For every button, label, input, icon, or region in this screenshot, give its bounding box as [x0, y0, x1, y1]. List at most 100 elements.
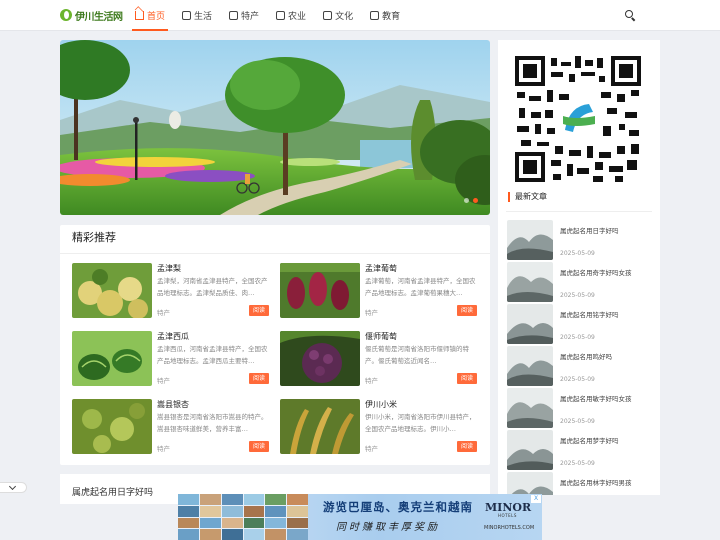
card-title[interactable]: 偃师葡萄 [365, 331, 397, 342]
top-nav: 伊川生活网 首页 生活 特产 农业 文化 教育 [0, 0, 720, 31]
millet-photo[interactable] [280, 399, 360, 454]
nav-item-agriculture[interactable]: 农业 [272, 0, 310, 31]
article-date: 2025-05-09 [560, 376, 595, 383]
card-category[interactable]: 特产 [157, 443, 170, 453]
article-thumb[interactable] [507, 430, 553, 470]
nav-label: 农业 [288, 12, 307, 22]
divider [506, 211, 652, 212]
featured-card[interactable]: 伊川小米 伊川小米，河南省洛阳市伊川县特产，全国农产品地理标志。伊川小… 特产 … [280, 399, 480, 454]
grape-photo-2[interactable] [280, 331, 360, 386]
sidebar: 最新文章 属虎起名用日字好吗 2025-05-09 属虎起名用奇字好吗女孩 20… [498, 40, 660, 495]
article-title[interactable]: 属虎起名用林字好吗男孩 [560, 477, 632, 487]
nav-label: 教育 [382, 12, 401, 22]
article-item[interactable]: 属虎起名用奇字好吗女孩 2025-05-09 [507, 262, 657, 302]
ad-close-button[interactable]: X [531, 495, 541, 503]
card-title[interactable]: 伊川小米 [365, 399, 397, 410]
article-item[interactable]: 属虎起名用梦字好吗 2025-05-09 [507, 430, 657, 470]
article-item[interactable]: 属虎起名用林字好吗男孩 [507, 472, 657, 495]
hero-slider[interactable] [60, 40, 490, 215]
category-icon [182, 11, 192, 20]
article-thumb[interactable] [507, 346, 553, 386]
card-category[interactable]: 特产 [157, 375, 170, 385]
article-date: 2025-05-09 [560, 460, 595, 467]
read-button[interactable]: 阅读 [249, 305, 269, 316]
article-thumb[interactable] [507, 472, 553, 495]
card-category[interactable]: 特产 [365, 375, 378, 385]
article-item[interactable]: 属虎起名用鸣好吗 2025-05-09 [507, 346, 657, 386]
site-logo[interactable]: 伊川生活网 [60, 6, 123, 24]
category-icon [229, 11, 239, 20]
featured-section: 精彩推荐 孟津梨 孟津梨，河南省孟津县特产，全国农产品地理标志。孟津梨品质佳、肉… [60, 225, 490, 465]
read-button[interactable]: 阅读 [457, 373, 477, 384]
read-button[interactable]: 阅读 [457, 305, 477, 316]
nav-item-life[interactable]: 生活 [178, 0, 216, 31]
article-date: 2025-05-09 [560, 418, 595, 425]
card-title[interactable]: 孟津梨 [157, 263, 181, 274]
article-thumb[interactable] [507, 304, 553, 344]
slider-dot[interactable] [464, 198, 469, 203]
ginkgo-photo[interactable] [72, 399, 152, 454]
slider-dot-active[interactable] [473, 198, 478, 203]
featured-card[interactable]: 孟津葡萄 孟津葡萄，河南省孟津县特产，全国农产品地理标志。孟津葡萄果穗大… 特产… [280, 263, 480, 318]
latest-articles-title: 最新文章 [508, 192, 547, 202]
article-title[interactable]: 属虎起名用铭字好吗 [560, 309, 619, 319]
article-thumb[interactable] [507, 388, 553, 428]
article-item[interactable]: 属虎起名用敏字好吗女孩 2025-05-09 [507, 388, 657, 428]
article-title[interactable]: 属虎起名用奇字好吗女孩 [560, 267, 632, 277]
card-desc: 偃氏葡萄是河南省洛阳市偃师镇的特产。偃氏葡萄迄近闻名… [365, 345, 469, 365]
nav-item-specialty[interactable]: 特产 [225, 0, 263, 31]
card-category[interactable]: 特产 [157, 307, 170, 317]
ad-banner[interactable]: 游览巴厘岛、奥克兰和越南 同时赚取丰厚奖励 MINOR HOTELS MINOR… [178, 494, 542, 540]
featured-card[interactable]: 嵩县银杏 嵩县银杏是河南省洛阳市嵩县的特产。嵩县银杏味道鲜美，营养丰富… 特产 … [72, 399, 272, 454]
featured-title: 精彩推荐 [72, 231, 116, 244]
article-item[interactable]: 属虎起名用日字好吗 2025-05-09 [507, 220, 657, 260]
nav-item-education[interactable]: 教育 [366, 0, 404, 31]
category-icon [370, 11, 380, 20]
logo-leaf-icon [60, 9, 72, 21]
read-button[interactable]: 阅读 [249, 441, 269, 452]
watermelon-photo[interactable] [72, 331, 152, 386]
featured-card[interactable]: 孟津梨 孟津梨，河南省孟津县特产，全国农产品地理标志。孟津梨品质佳、肉… 特产 … [72, 263, 272, 318]
featured-card[interactable]: 孟津西瓜 孟津西瓜，河南省孟津县特产，全国农产品地理标志。孟津西瓜主要特… 特产… [72, 331, 272, 386]
article-thumb[interactable] [507, 220, 553, 260]
article-title[interactable]: 属虎起名用日字好吗 [72, 485, 153, 498]
article-title[interactable]: 属虎起名用敏字好吗女孩 [560, 393, 632, 403]
ad-headline: 游览巴厘岛、奥克兰和越南 [323, 500, 473, 514]
qr-code [515, 56, 641, 182]
grape-photo[interactable] [280, 263, 360, 318]
chevron-down-icon [8, 482, 17, 491]
read-button[interactable]: 阅读 [457, 441, 477, 452]
article-title[interactable]: 属虎起名用梦字好吗 [560, 435, 619, 445]
card-desc: 孟津西瓜，河南省孟津县特产，全国农产品地理标志。孟津西瓜主要特… [157, 345, 268, 365]
card-desc: 孟津葡萄，河南省孟津县特产，全国农产品地理标志。孟津葡萄果穗大… [365, 277, 476, 297]
search-icon[interactable] [625, 10, 636, 22]
card-desc: 孟津梨，河南省孟津县特产，全国农产品地理标志。孟津梨品质佳、肉… [157, 277, 268, 297]
card-desc: 嵩县银杏是河南省洛阳市嵩县的特产。嵩县银杏味道鲜美，营养丰富… [157, 413, 268, 433]
nav-item-culture[interactable]: 文化 [319, 0, 357, 31]
featured-card[interactable]: 偃师葡萄 偃氏葡萄是河南省洛阳市偃师镇的特产。偃氏葡萄迄近闻名… 特产 阅读 [280, 331, 480, 386]
ad-subline: 同时赚取丰厚奖励 [336, 522, 440, 533]
nav-menu: 首页 生活 特产 农业 文化 教育 [131, 0, 413, 31]
nav-label: 生活 [194, 12, 213, 22]
pear-photo[interactable] [72, 263, 152, 318]
article-title[interactable]: 属虎起名用日字好吗 [560, 225, 619, 235]
card-title[interactable]: 孟津西瓜 [157, 331, 189, 342]
divider [60, 253, 490, 254]
article-date: 2025-05-09 [560, 334, 595, 341]
park-landscape-image [60, 40, 490, 215]
collapse-toggle[interactable] [0, 482, 27, 493]
read-button[interactable]: 阅读 [249, 373, 269, 384]
nav-item-home[interactable]: 首页 [131, 0, 169, 31]
card-title[interactable]: 孟津葡萄 [365, 263, 397, 274]
article-item[interactable]: 属虎起名用铭字好吗 2025-05-09 [507, 304, 657, 344]
card-category[interactable]: 特产 [365, 443, 378, 453]
article-date: 2025-05-09 [560, 250, 595, 257]
category-icon [323, 11, 333, 20]
card-category[interactable]: 特产 [365, 307, 378, 317]
article-title[interactable]: 属虎起名用鸣好吗 [560, 351, 612, 361]
article-thumb[interactable] [507, 262, 553, 302]
article-date: 2025-05-09 [560, 292, 595, 299]
card-title[interactable]: 嵩县银杏 [157, 399, 189, 410]
ad-url: MINORHOTELS.COM [484, 525, 535, 531]
category-icon [276, 11, 286, 20]
